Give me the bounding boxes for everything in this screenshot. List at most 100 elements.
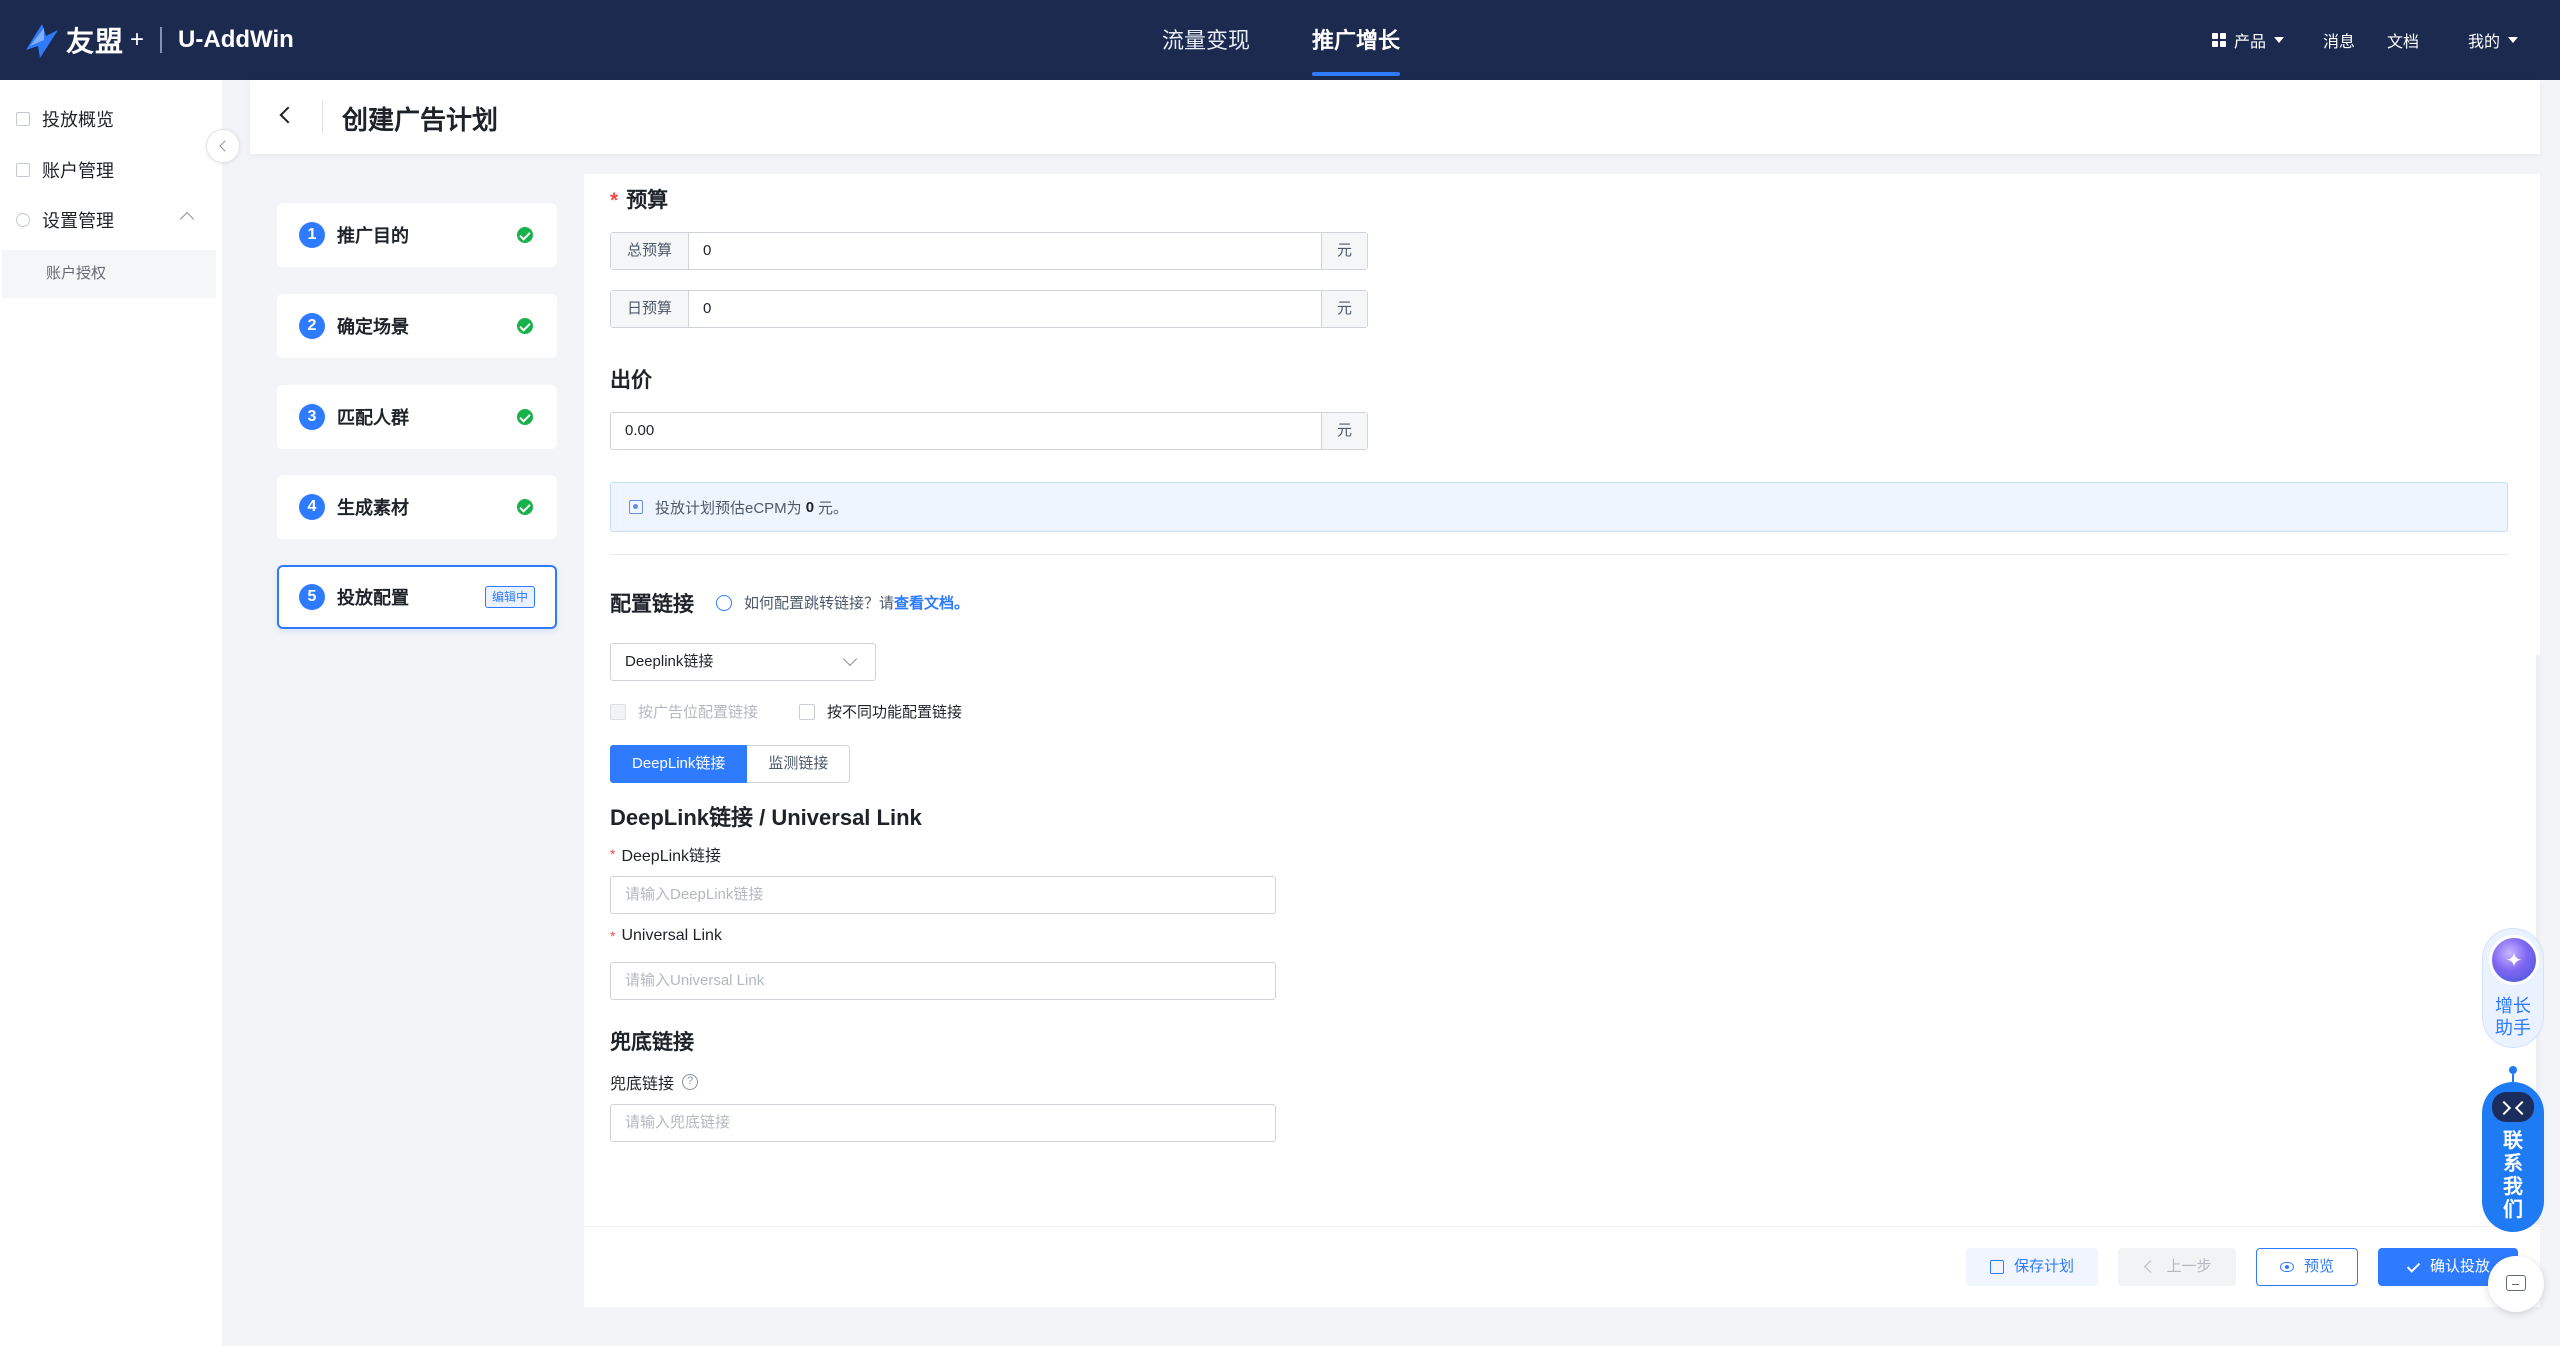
link-type-select-value: Deeplink链接 — [625, 653, 714, 670]
product-name: U-AddWin — [178, 26, 294, 53]
eye-icon — [2279, 1262, 2294, 1272]
docs-link[interactable]: 文档 — [2387, 28, 2419, 52]
header-divider — [322, 100, 323, 134]
daily-budget-prefix: 日预算 — [611, 291, 689, 327]
total-budget-field[interactable]: 总预算 0 元 — [610, 232, 1368, 270]
check-icon — [2406, 1260, 2420, 1274]
checkbox-box[interactable] — [610, 703, 626, 720]
bid-unit: 元 — [1321, 413, 1367, 449]
check-circle-icon — [517, 227, 533, 243]
section-divider — [610, 554, 2508, 555]
preview-button[interactable]: 预览 — [2256, 1248, 2358, 1286]
user-menu[interactable]: 我的 — [2468, 28, 2519, 52]
universal-link-label-text: Universal Link — [621, 927, 722, 944]
checkbox-box[interactable] — [799, 703, 815, 720]
step-number: 4 — [299, 494, 325, 520]
deeplink-input[interactable]: 请输入DeepLink链接 — [610, 876, 1276, 914]
step-card-5[interactable]: 5 投放配置 编辑中 — [277, 565, 557, 629]
sidebar-item-overview[interactable]: 投放概览 — [16, 104, 114, 134]
link-config-tip-text: 如何配置跳转链接？请 — [744, 595, 895, 612]
step-card-4[interactable]: 4 生成素材 — [277, 475, 557, 539]
checkbox-label: 按不同功能配置链接 — [827, 704, 963, 721]
chevron-left-icon — [219, 140, 231, 152]
sidebar: 投放概览 账户管理 设置管理 账户授权 — [0, 80, 222, 1346]
save-plan-button[interactable]: 保存计划 — [1966, 1248, 2098, 1286]
step-card-1[interactable]: 1 推广目的 — [277, 203, 557, 267]
preview-label: 预览 — [2303, 1258, 2334, 1275]
previous-step-button[interactable]: 上一步 — [2118, 1248, 2236, 1286]
step-number: 5 — [299, 584, 325, 610]
gear-icon — [16, 213, 30, 227]
sidebar-collapse-button[interactable] — [206, 129, 240, 163]
sidebar-subitem-account-auth[interactable]: 账户授权 — [2, 250, 216, 298]
footer-divider — [584, 1226, 2540, 1227]
deeplink-section-title: DeepLink链接 / Universal Link — [610, 805, 922, 830]
editing-badge: 编辑中 — [484, 586, 535, 608]
products-label: 产品 — [2234, 34, 2267, 51]
link-type-tabs: DeepLink链接 监测链接 — [610, 745, 851, 783]
ecpm-info-prefix: 投放计划预估eCPM为 — [655, 499, 802, 517]
brand-name: 友盟 — [66, 26, 125, 57]
growth-assistant-widget[interactable]: 增长助手 — [2482, 928, 2544, 1048]
step-label: 匹配人群 — [337, 408, 409, 428]
question-circle-icon[interactable]: ? — [682, 1074, 699, 1090]
daily-budget-input[interactable]: 0 — [689, 291, 1321, 327]
required-mark: * — [610, 846, 616, 862]
budget-title-text: 预算 — [626, 189, 669, 212]
messages-link[interactable]: 消息 — [2323, 28, 2355, 52]
caret-down-icon — [2274, 37, 2285, 43]
step-label: 确定场景 — [337, 317, 409, 337]
lightbulb-icon — [716, 594, 732, 611]
account-icon — [16, 163, 30, 177]
tab-traffic-monetization[interactable]: 流量变现 — [1162, 0, 1250, 80]
caret-down-icon — [2508, 37, 2519, 43]
universal-link-input[interactable]: 请输入Universal Link — [610, 962, 1276, 1000]
bid-input[interactable]: 0.00 — [611, 413, 1321, 449]
required-mark: * — [610, 189, 619, 212]
check-circle-icon — [517, 409, 533, 425]
chevron-up-icon[interactable] — [179, 211, 195, 227]
link-config-title: 配置链接 — [610, 593, 694, 616]
page-header: 创建广告计划 — [250, 80, 2540, 154]
deeplink-label-text: DeepLink链接 — [621, 848, 722, 865]
view-docs-link[interactable]: 查看文档。 — [894, 592, 969, 613]
save-icon — [1989, 1260, 2004, 1274]
daily-budget-field[interactable]: 日预算 0 元 — [610, 290, 1368, 328]
feedback-button[interactable] — [2488, 1256, 2544, 1312]
step-card-2[interactable]: 2 确定场景 — [277, 294, 557, 358]
link-type-select[interactable]: Deeplink链接 — [610, 643, 876, 681]
logo[interactable]: 友盟 + U-AddWin — [22, 18, 294, 62]
daily-budget-unit: 元 — [1321, 291, 1367, 327]
deeplink-label: * DeepLink链接 — [610, 842, 721, 866]
checkbox-by-ad-slot[interactable]: 按广告位配置链接 — [610, 701, 758, 722]
list-icon — [16, 112, 30, 126]
sidebar-item-account[interactable]: 账户管理 — [16, 155, 114, 185]
fallback-label-text: 兜底链接 — [610, 1076, 675, 1093]
total-budget-unit: 元 — [1321, 233, 1367, 269]
confirm-launch-label: 确认投放 — [2429, 1258, 2490, 1275]
budget-title: * 预算 — [610, 184, 668, 214]
total-budget-input[interactable]: 0 — [689, 233, 1321, 269]
info-icon — [629, 500, 643, 514]
checkbox-by-function[interactable]: 按不同功能配置链接 — [799, 701, 962, 722]
chevron-left-icon — [2142, 1260, 2156, 1274]
products-menu[interactable]: 产品 — [2212, 28, 2285, 52]
step-number: 2 — [299, 313, 325, 339]
brand-divider — [160, 27, 163, 53]
fallback-link-input[interactable]: 请输入兜底链接 — [610, 1104, 1276, 1142]
robot-icon — [2492, 1092, 2534, 1122]
tab-promotion-growth[interactable]: 推广增长 — [1312, 0, 1401, 80]
step-label: 推广目的 — [337, 226, 409, 246]
config-panel: * 预算 总预算 0 元 日预算 0 元 出价 0.00 元 投放计划预估eCPM… — [584, 174, 2540, 1307]
user-menu-label: 我的 — [2468, 34, 2501, 51]
contact-us-widget[interactable]: 联系我们 — [2482, 1066, 2544, 1232]
step-card-3[interactable]: 3 匹配人群 — [277, 385, 557, 449]
ecpm-info-value: 0 — [805, 498, 815, 516]
bid-field[interactable]: 0.00 元 — [610, 412, 1368, 450]
ecpm-info-suffix: 元。 — [818, 499, 849, 517]
step-label: 投放配置 — [337, 588, 409, 608]
sidebar-item-settings[interactable]: 设置管理 — [16, 205, 114, 235]
tab-deeplink[interactable]: DeepLink链接 — [610, 745, 748, 783]
tab-tracking-link[interactable]: 监测链接 — [747, 745, 851, 783]
back-button[interactable] — [278, 106, 297, 124]
